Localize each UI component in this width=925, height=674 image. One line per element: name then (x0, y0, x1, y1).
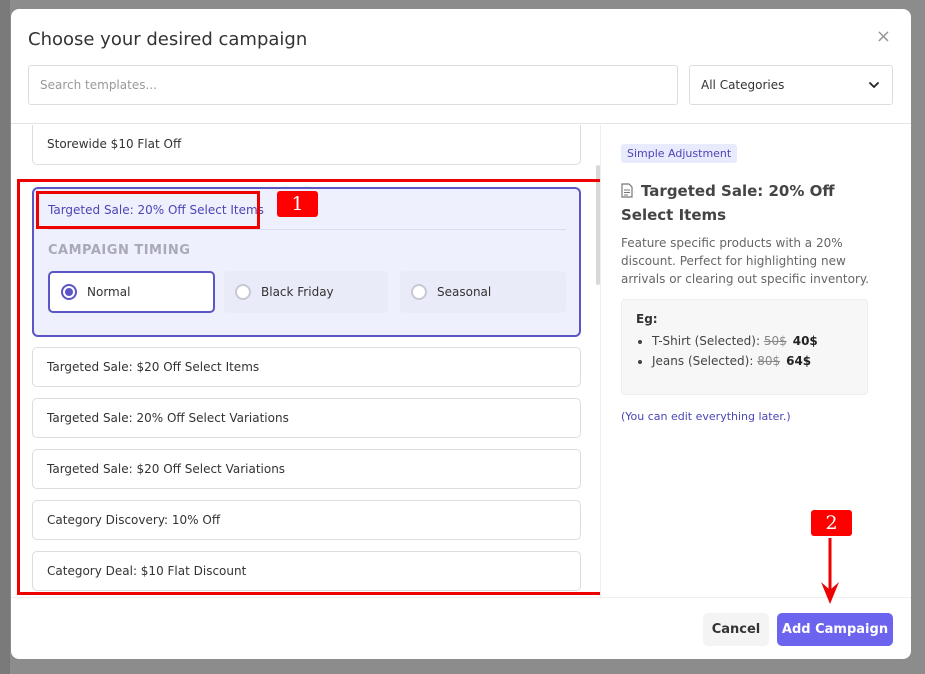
old-price: 50$ (763, 334, 787, 348)
selected-template-label: Targeted Sale: 20% Off Select Items (48, 203, 264, 217)
add-campaign-button[interactable]: Add Campaign (777, 613, 893, 646)
template-item-label: Storewide $10 Flat Off (47, 136, 182, 151)
campaign-modal: Choose your desired campaign × All Categ… (11, 9, 911, 659)
arrow-down-icon (821, 538, 839, 604)
annotation-badge-1: 1 (277, 191, 318, 217)
example-box: Eg: T-Shirt (Selected): 50$40$ Jeans (Se… (621, 299, 868, 395)
timing-option-seasonal[interactable]: Seasonal (400, 271, 566, 313)
template-item-label: Category Discovery: 10% Off (47, 513, 221, 527)
list-scrollbar[interactable] (596, 165, 600, 285)
example-item: T-Shirt (Selected): 50$40$ (652, 334, 853, 348)
example-item: Jeans (Selected): 80$64$ (652, 354, 853, 368)
template-item-targeted-20pct-variations[interactable]: Targeted Sale: 20% Off Select Variations (32, 398, 581, 438)
template-item-targeted-20-variations[interactable]: Targeted Sale: $20 Off Select Variations (32, 449, 581, 489)
old-price: 80$ (757, 354, 781, 368)
detail-title-text: Targeted Sale: 20% Off Select Items (621, 182, 835, 224)
document-icon (621, 183, 633, 198)
chevron-down-icon (869, 82, 879, 88)
radio-unchecked-icon (411, 284, 427, 300)
campaign-timing-label: CAMPAIGN TIMING (48, 243, 191, 258)
cancel-button[interactable]: Cancel (703, 613, 769, 646)
timing-option-label: Black Friday (261, 285, 334, 299)
timing-option-black-friday[interactable]: Black Friday (224, 271, 388, 313)
detail-description: Feature specific products with a 20% dis… (621, 236, 870, 286)
template-type-badge: Simple Adjustment (621, 144, 738, 163)
edit-later-note: (You can edit everything later.) (621, 410, 791, 423)
category-select-value: All Categories (701, 78, 785, 92)
template-item-label: Category Deal: $10 Flat Discount (47, 564, 247, 578)
template-item-label: Targeted Sale: $20 Off Select Variations (47, 462, 286, 476)
timing-option-label: Normal (87, 285, 131, 299)
example-label: Eg: (636, 312, 658, 326)
close-icon[interactable]: × (876, 27, 891, 47)
new-price: 40$ (792, 334, 818, 348)
radio-unchecked-icon (235, 284, 251, 300)
divider (48, 229, 566, 230)
modal-title: Choose your desired campaign (28, 29, 308, 50)
timing-option-label: Seasonal (437, 285, 492, 299)
search-input[interactable] (28, 65, 678, 105)
template-item-label: Targeted Sale: 20% Off Select Variations (47, 411, 289, 425)
template-item-storewide-10-flat[interactable]: Storewide $10 Flat Off (32, 125, 581, 165)
template-item-label: Targeted Sale: $20 Off Select Items (47, 360, 260, 374)
template-item-category-deal[interactable]: Category Deal: $10 Flat Discount (32, 551, 581, 591)
template-item-category-discovery[interactable]: Category Discovery: 10% Off (32, 500, 581, 540)
template-item-targeted-20-off-items[interactable]: Targeted Sale: $20 Off Select Items (32, 347, 581, 387)
detail-title: Targeted Sale: 20% Off Select Items (621, 179, 881, 227)
annotation-badge-2: 2 (811, 510, 852, 536)
modal-footer: Cancel Add Campaign (11, 597, 911, 659)
template-detail-panel: Simple Adjustment Targeted Sale: 20% Off… (621, 142, 891, 423)
template-list: Storewide $10 Flat Off Targeted Sale: 20… (11, 125, 601, 599)
radio-checked-icon (61, 284, 77, 300)
modal-header: Choose your desired campaign × All Categ… (11, 9, 911, 124)
timing-option-normal[interactable]: Normal (48, 271, 215, 313)
page-backdrop (0, 0, 10, 674)
category-select[interactable]: All Categories (689, 65, 893, 105)
new-price: 64$ (786, 354, 812, 368)
